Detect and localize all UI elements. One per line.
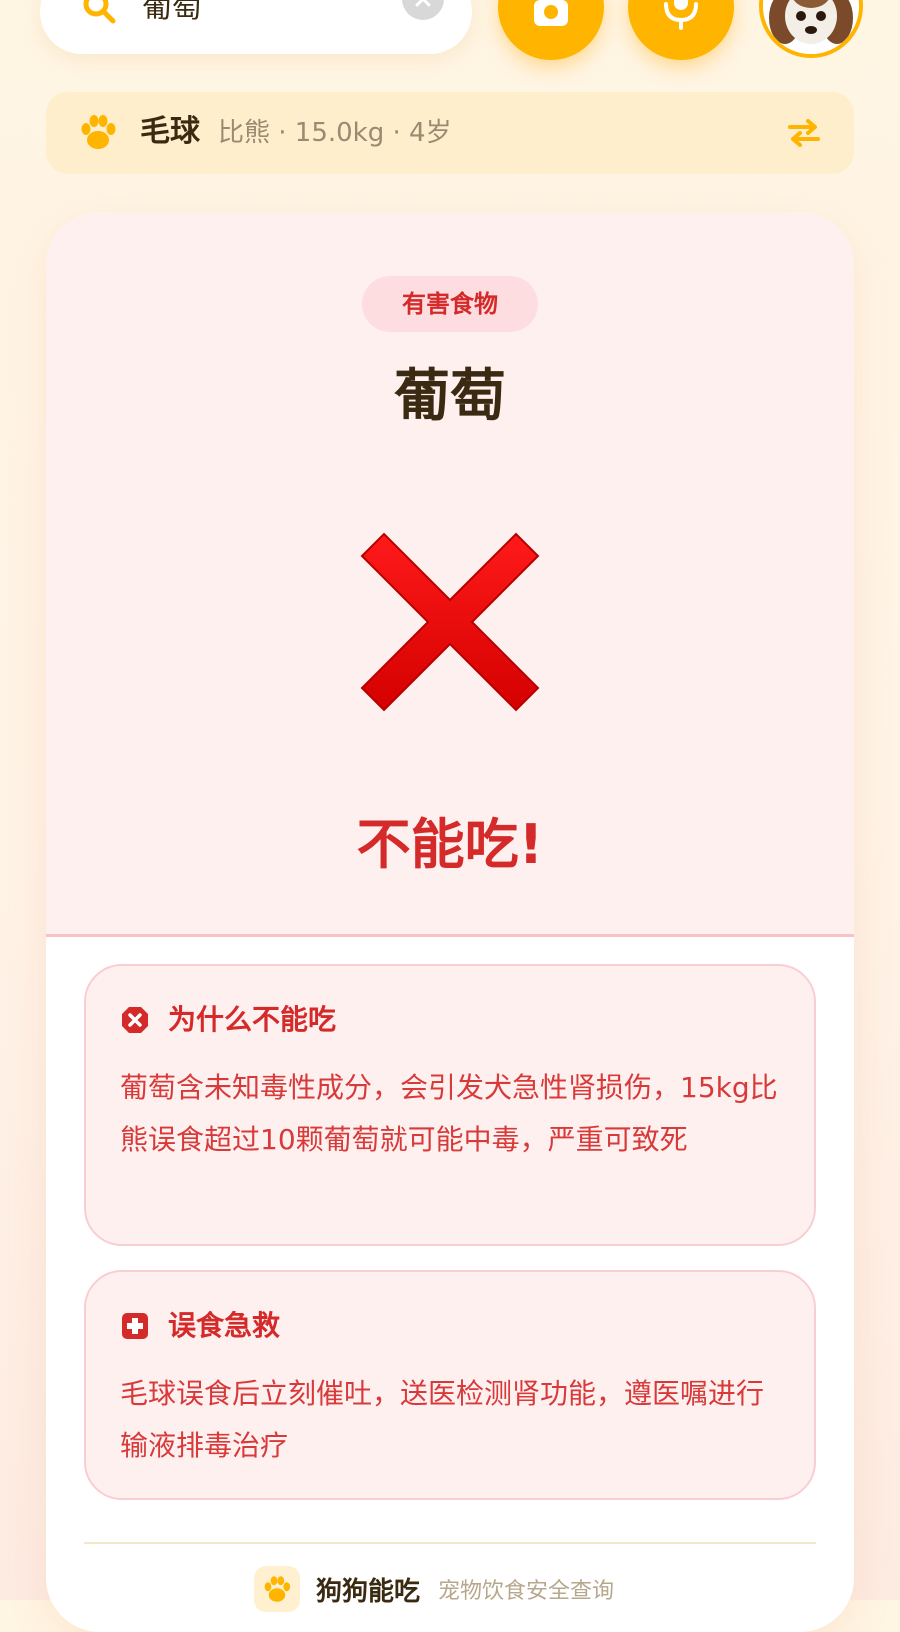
first-aid-icon — [122, 1313, 148, 1339]
clear-icon[interactable] — [402, 0, 444, 20]
divider — [84, 1542, 816, 1544]
search-input[interactable]: 葡萄 — [40, 0, 472, 54]
app-footer: 狗狗能吃 宠物饮食安全查询 — [254, 1564, 614, 1614]
error-circle-icon — [122, 1007, 148, 1033]
first-aid-title: 误食急救 — [168, 1309, 281, 1342]
why-section: 为什么不能吃 葡萄含未知毒性成分，会引发犬急性肾损伤，15kg比熊误食超过10颗… — [84, 964, 816, 1246]
pet-name: 毛球 — [140, 114, 200, 149]
food-title: 葡萄 — [394, 364, 506, 429]
top-bar: 葡萄 — [0, 0, 900, 80]
status-badge: 有害食物 — [362, 276, 538, 332]
verdict-text: 不能吃! — [356, 813, 544, 876]
search-icon — [80, 0, 120, 28]
app-name: 狗狗能吃 — [316, 1576, 421, 1607]
pet-selector[interactable]: 毛球 比熊 · 15.0kg · 4岁 — [46, 92, 854, 174]
avatar[interactable] — [759, 0, 863, 58]
result-card: 有害食物 葡萄 不能吃! 为什么不能吃 葡萄含未知毒性成分，会引发犬急性肾损伤，… — [46, 212, 854, 1632]
first-aid-body: 毛球误食后立刻催吐，送医检测肾功能，遵医嘱进行输液排毒治疗 — [120, 1377, 765, 1462]
paw-icon — [78, 112, 118, 156]
cross-icon — [358, 530, 542, 718]
first-aid-section: 误食急救 毛球误食后立刻催吐，送医检测肾功能，遵医嘱进行输液排毒治疗 — [84, 1270, 816, 1500]
mic-icon — [664, 0, 698, 30]
camera-button[interactable] — [498, 0, 604, 60]
camera-icon — [534, 0, 568, 26]
app-logo — [254, 1566, 300, 1612]
search-query[interactable]: 葡萄 — [142, 0, 202, 26]
app-tagline: 宠物饮食安全查询 — [438, 1579, 615, 1604]
pet-details: 比熊 · 15.0kg · 4岁 — [218, 118, 452, 148]
why-title: 为什么不能吃 — [168, 1003, 337, 1036]
switch-icon[interactable] — [786, 116, 822, 154]
voice-button[interactable] — [628, 0, 734, 60]
why-body: 葡萄含未知毒性成分，会引发犬急性肾损伤，15kg比熊误食超过10颗葡萄就可能中毒… — [120, 1071, 778, 1156]
result-hero: 有害食物 葡萄 不能吃! — [46, 212, 854, 937]
